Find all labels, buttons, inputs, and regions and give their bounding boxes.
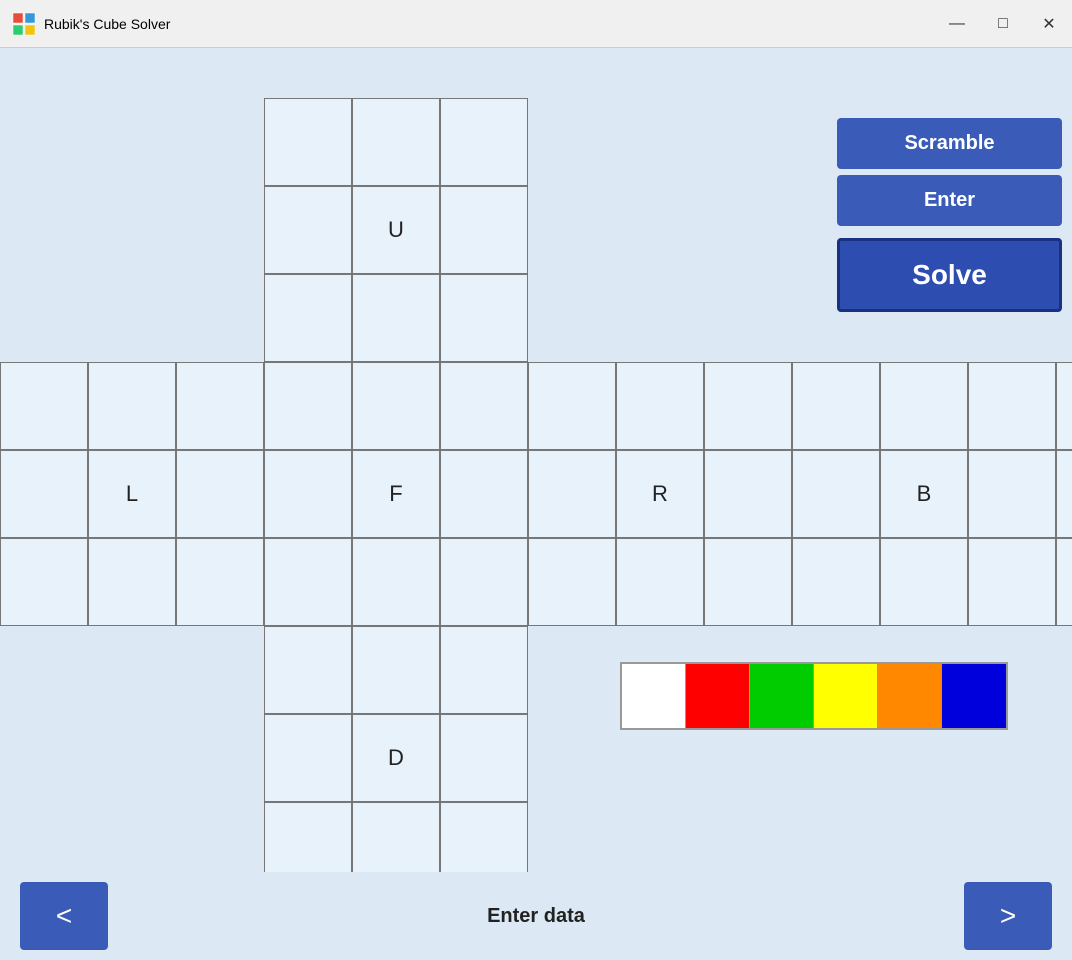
face-L: L [0, 362, 264, 626]
cell-U4[interactable]: U [352, 186, 440, 274]
color-swatch-yellow[interactable] [814, 664, 878, 728]
cell-L8[interactable] [176, 538, 264, 626]
cell-R4[interactable]: R [616, 450, 704, 538]
cell-F0[interactable] [264, 362, 352, 450]
cell-L4[interactable]: L [88, 450, 176, 538]
cell-R8[interactable] [704, 538, 792, 626]
cell-R3[interactable] [528, 450, 616, 538]
color-palette [620, 662, 1008, 730]
cell-L0[interactable] [0, 362, 88, 450]
cell-B0[interactable] [792, 362, 880, 450]
cell-D1[interactable] [352, 626, 440, 714]
cell-B7[interactable] [880, 538, 968, 626]
cell-R5[interactable] [704, 450, 792, 538]
cell-R2[interactable] [704, 362, 792, 450]
cell-F3[interactable] [264, 450, 352, 538]
cell-D3[interactable] [264, 714, 352, 802]
cell-U2[interactable] [440, 98, 528, 186]
cell-B5[interactable] [968, 450, 1056, 538]
title-bar: Rubik's Cube Solver — □ ✕ [0, 0, 1072, 48]
cell-R6[interactable] [528, 538, 616, 626]
cell-D4[interactable]: D [352, 714, 440, 802]
prev-button[interactable]: < [20, 882, 108, 950]
cell-B2[interactable] [968, 362, 1056, 450]
solve-button[interactable]: Solve [837, 238, 1062, 312]
cell-U7[interactable] [352, 274, 440, 362]
cell-D5[interactable] [440, 714, 528, 802]
cell-L1[interactable] [88, 362, 176, 450]
cell-F8[interactable] [440, 538, 528, 626]
color-swatch-red[interactable] [686, 664, 750, 728]
cell-B4[interactable]: B [880, 450, 968, 538]
face-B-extra [1056, 362, 1072, 626]
color-swatch-white[interactable] [622, 664, 686, 728]
cell-F5[interactable] [440, 450, 528, 538]
app-title: Rubik's Cube Solver [44, 16, 170, 32]
cell-U5[interactable] [440, 186, 528, 274]
cell-B8[interactable] [968, 538, 1056, 626]
cell-L5[interactable] [176, 450, 264, 538]
cell-F2[interactable] [440, 362, 528, 450]
face-U: U [264, 98, 528, 362]
cell-L3[interactable] [0, 450, 88, 538]
cell-B3[interactable] [792, 450, 880, 538]
cell-F1[interactable] [352, 362, 440, 450]
app-icon [12, 12, 36, 36]
cell-Bx1[interactable] [1056, 450, 1072, 538]
enter-button[interactable]: Enter [837, 175, 1062, 226]
cell-L7[interactable] [88, 538, 176, 626]
next-button[interactable]: > [964, 882, 1052, 950]
face-D: D [264, 626, 528, 890]
cell-F6[interactable] [264, 538, 352, 626]
cell-U0[interactable] [264, 98, 352, 186]
minimize-button[interactable]: — [934, 0, 980, 48]
window-controls: — □ ✕ [934, 0, 1072, 48]
face-R: R [528, 362, 792, 626]
enter-data-label: Enter data [487, 905, 585, 928]
face-B: B [792, 362, 1056, 626]
controls-panel: Scramble Enter Solve [837, 118, 1062, 312]
cell-R1[interactable] [616, 362, 704, 450]
cell-U1[interactable] [352, 98, 440, 186]
color-swatch-blue[interactable] [942, 664, 1006, 728]
color-swatch-green[interactable] [750, 664, 814, 728]
bottom-bar: < Enter data > [0, 872, 1072, 960]
cell-R7[interactable] [616, 538, 704, 626]
cell-F4[interactable]: F [352, 450, 440, 538]
color-swatch-orange[interactable] [878, 664, 942, 728]
cell-B6[interactable] [792, 538, 880, 626]
close-button[interactable]: ✕ [1026, 0, 1072, 48]
cell-U8[interactable] [440, 274, 528, 362]
cell-F7[interactable] [352, 538, 440, 626]
cell-Bx2[interactable] [1056, 538, 1072, 626]
cell-Bx0[interactable] [1056, 362, 1072, 450]
cell-D2[interactable] [440, 626, 528, 714]
cell-U3[interactable] [264, 186, 352, 274]
scramble-button[interactable]: Scramble [837, 118, 1062, 169]
cell-L2[interactable] [176, 362, 264, 450]
face-F: F [264, 362, 528, 626]
cell-R0[interactable] [528, 362, 616, 450]
cell-L6[interactable] [0, 538, 88, 626]
main-area: U L F [0, 48, 1072, 960]
cell-U6[interactable] [264, 274, 352, 362]
maximize-button[interactable]: □ [980, 0, 1026, 48]
cell-D0[interactable] [264, 626, 352, 714]
cell-B1[interactable] [880, 362, 968, 450]
